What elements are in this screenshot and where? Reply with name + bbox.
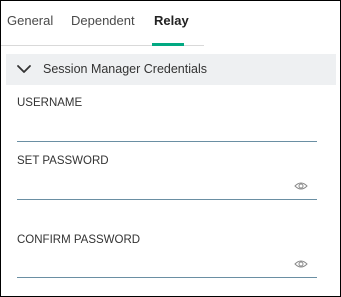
relay-settings-panel: General Dependent Relay Session Manager … (0, 0, 341, 297)
username-field[interactable] (17, 116, 317, 142)
section-title: Session Manager Credentials (43, 62, 207, 76)
chevron-down-icon (17, 65, 31, 73)
active-tab-indicator (152, 43, 184, 46)
tab-relay[interactable]: Relay (154, 13, 189, 29)
confirm-password-field[interactable] (17, 252, 317, 278)
tab-dependent[interactable]: Dependent (71, 13, 135, 29)
eye-icon[interactable] (294, 259, 308, 269)
session-manager-credentials-header[interactable]: Session Manager Credentials (6, 54, 336, 85)
tab-general[interactable]: General (7, 13, 53, 29)
set-password-label: SET PASSWORD (17, 155, 109, 167)
username-label: USERNAME (17, 97, 83, 109)
set-password-field[interactable] (17, 174, 317, 200)
tab-bar: General Dependent Relay (1, 1, 204, 46)
eye-icon[interactable] (294, 181, 308, 191)
confirm-password-label: CONFIRM PASSWORD (17, 234, 141, 246)
